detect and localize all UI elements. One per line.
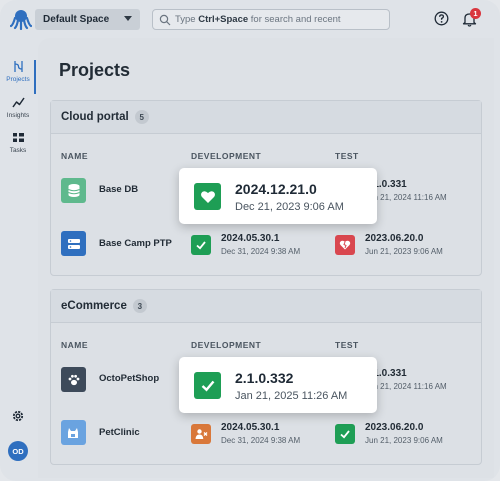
project-row[interactable]: Base Camp PTP 2024.05.30.1 Dec 31, 2024 … [51,219,483,269]
cancelled-user-icon [191,424,211,444]
avatar[interactable]: OD [8,441,28,461]
dev-release-cell[interactable]: 2024.05.30.1 Dec 31, 2024 9:38 AM [191,422,331,452]
release-version: 2024.12.21.0 [235,181,317,197]
checkmark-icon [191,235,211,255]
sidebar: Projects Insights Tasks OD [0,38,36,481]
notification-badge: 1 [470,8,481,19]
release-date: Jan 21, 2025 11:26 AM [235,390,348,402]
project-name[interactable]: OctoPetShop [99,373,159,384]
search-input[interactable]: Type Ctrl+Space for search and recent [152,9,390,30]
sidebar-item-projects[interactable]: Projects [0,60,36,94]
octopus-logo-icon[interactable] [10,8,32,30]
projects-icon [13,61,23,72]
release-popup-card[interactable]: 2024.12.21.0 Dec 21, 2023 9:06 AM [179,168,377,224]
column-header-name: NAME [61,151,89,161]
search-icon [159,14,171,26]
chevron-down-icon [124,16,132,21]
test-release-cell[interactable]: 2023.06.20.0 Jun 21, 2023 9:06 AM [335,233,475,263]
heart-icon [194,183,221,210]
release-version: 2024.05.30.1 [221,233,280,244]
sidebar-item-label: Insights [6,112,30,119]
group-title: Cloud portal [61,111,129,123]
sidebar-item-tasks[interactable]: Tasks [0,131,36,165]
column-header-test: TEST [335,340,359,350]
tasks-icon [12,133,24,142]
project-name[interactable]: Base DB [99,184,138,195]
project-row[interactable]: PetClinic 2024.05.30.1 Dec 31, 2024 9:38… [51,408,483,458]
release-date: Dec 31, 2024 9:38 AM [221,436,301,445]
checkmark-icon [335,424,355,444]
database-icon [61,178,86,203]
paw-icon [61,367,86,392]
group-header[interactable]: Cloud portal 5 [51,101,481,134]
help-icon[interactable] [434,11,449,26]
release-version: 2024.05.30.1 [221,422,280,433]
group-count-badge: 3 [132,299,147,313]
project-name[interactable]: Base Camp PTP [99,238,172,249]
checkmark-icon [194,372,221,399]
group-header[interactable]: eCommerce 3 [51,290,481,323]
server-icon [61,231,86,256]
group-title: eCommerce [61,300,127,312]
release-date: Jun 21, 2023 9:06 AM [365,247,443,256]
sidebar-item-insights[interactable]: Insights [0,96,36,130]
column-header-development: DEVELOPMENT [191,340,262,350]
broken-heart-icon [335,235,355,255]
release-date: Dec 31, 2024 9:38 AM [221,247,301,256]
release-date: Jun 21, 2024 11:16 AM [365,193,447,202]
column-header-name: NAME [61,340,89,350]
search-placeholder: Type Ctrl+Space for search and recent [175,14,341,25]
app-window: Default Space Type Ctrl+Space for search… [0,0,500,481]
gear-icon[interactable] [11,409,25,423]
release-version: 2023.06.20.0 [365,422,424,433]
space-selector-label: Default Space [43,14,110,25]
release-version: 2.1.0.332 [235,370,294,386]
column-header-test: TEST [335,151,359,161]
dev-release-cell[interactable]: 2024.05.30.1 Dec 31, 2024 9:38 AM [191,233,331,263]
cat-icon [61,420,86,445]
page-title: Projects [59,60,131,80]
group-count-badge: 5 [134,110,149,124]
release-date: Dec 21, 2023 9:06 AM [235,201,344,213]
insights-icon [11,97,25,108]
release-version: 2023.06.20.0 [365,233,424,244]
release-date: Jun 21, 2024 11:16 AM [365,382,447,391]
release-popup-card[interactable]: 2.1.0.332 Jan 21, 2025 11:26 AM [179,357,377,413]
top-bar: Default Space Type Ctrl+Space for search… [0,0,500,38]
sidebar-item-label: Tasks [9,147,27,154]
release-date: Jun 21, 2023 9:06 AM [365,436,443,445]
sidebar-item-label: Projects [6,76,30,83]
space-selector[interactable]: Default Space [35,9,140,30]
test-release-cell[interactable]: 2023.06.20.0 Jun 21, 2023 9:06 AM [335,422,475,452]
column-header-development: DEVELOPMENT [191,151,262,161]
project-name[interactable]: PetClinic [99,427,140,438]
